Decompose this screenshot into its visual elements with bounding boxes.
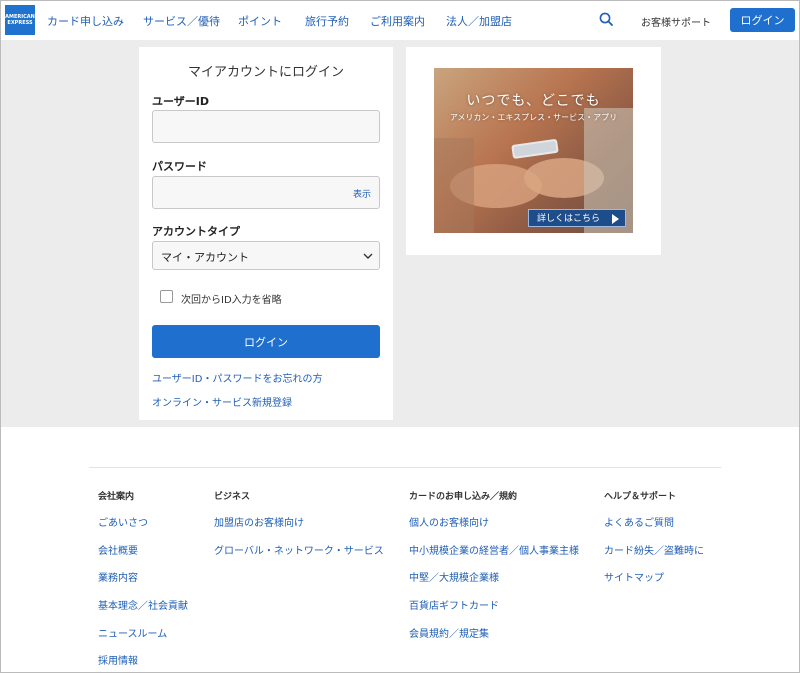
userid-label: ユーザーID (152, 95, 210, 108)
remember-id-checkbox[interactable] (160, 290, 173, 303)
footer-heading-business: ビジネス (214, 492, 251, 502)
search-icon[interactable] (599, 12, 613, 26)
footer-link-faq[interactable]: よくあるご質問 (604, 514, 674, 529)
footer-link-lost-stolen[interactable]: カード紛失／盗難時に (604, 542, 704, 557)
nav-points[interactable]: ポイント (238, 13, 282, 29)
footer-heading-apply: カードのお申し込み／規約 (409, 492, 518, 502)
footer-link-terms[interactable]: 会員規約／規定集 (409, 625, 489, 640)
footer-link-gift-card[interactable]: 百貨店ギフトカード (409, 597, 499, 612)
page: AMERICAN EXPRESS カード申し込み サービス／優待 ポイント 旅行… (0, 0, 800, 673)
play-arrow-icon (612, 214, 619, 224)
password-label: パスワード (152, 160, 207, 173)
footer-link-small-business[interactable]: 中小規模企業の経営者／個人事業主様 (409, 542, 579, 557)
logo-line-2: EXPRESS (7, 20, 33, 26)
footer-link-newsroom[interactable]: ニュースルーム (98, 625, 167, 640)
nav-usage-guide[interactable]: ご利用案内 (370, 13, 425, 29)
top-header: AMERICAN EXPRESS カード申し込み サービス／優待 ポイント 旅行… (1, 1, 799, 40)
remember-id-label[interactable]: 次回からID入力を省略 (181, 291, 282, 306)
footer-link-merchants[interactable]: 加盟店のお客様向け (214, 514, 304, 529)
show-password-toggle[interactable]: 表示 (353, 187, 371, 200)
header-login-button[interactable]: ログイン (730, 8, 795, 32)
footer-link-global-network[interactable]: グローバル・ネットワーク・サービス (214, 542, 384, 557)
promo-subtitle: アメリカン・エキスプレス・サービス・アプリ (449, 113, 618, 122)
account-type-value: マイ・アカウント (161, 251, 249, 264)
footer-link-personal[interactable]: 個人のお客様向け (409, 514, 489, 529)
content-background (1, 40, 799, 427)
nav-corporate[interactable]: 法人／加盟店 (446, 13, 512, 29)
footer-link-careers[interactable]: 採用情報 (98, 652, 138, 667)
account-type-label: アカウントタイプ (152, 225, 240, 238)
footer-heading-company: 会社案内 (98, 492, 135, 502)
userid-input[interactable] (152, 110, 380, 143)
promo-panel: いつでも、どこでも アメリカン・エキスプレス・サービス・アプリ 詳しくはこちら (406, 47, 661, 255)
footer-link-greeting[interactable]: ごあいさつ (98, 514, 148, 529)
forgot-credentials-link[interactable]: ユーザーID・パスワードをお忘れの方 (152, 370, 322, 385)
login-title: マイアカウントにログイン (187, 65, 344, 80)
register-online-service-link[interactable]: オンライン・サービス新規登録 (152, 394, 292, 409)
nav-travel[interactable]: 旅行予約 (305, 13, 349, 29)
nav-services[interactable]: サービス／優待 (143, 13, 220, 29)
account-type-select[interactable]: マイ・アカウント (152, 241, 380, 270)
nav-card-apply[interactable]: カード申し込み (47, 13, 124, 29)
footer-heading-help: ヘルプ＆サポート (604, 492, 677, 502)
login-submit-button[interactable]: ログイン (152, 325, 380, 358)
footer-divider (89, 467, 721, 468)
footer-link-business[interactable]: 業務内容 (98, 569, 138, 584)
chevron-down-icon (363, 253, 373, 259)
promo-details-button[interactable]: 詳しくはこちら (528, 209, 626, 227)
customer-support-link[interactable]: お客様サポート (641, 14, 711, 29)
footer-link-large-business[interactable]: 中堅／大規模企業様 (409, 569, 499, 584)
promo-details-label: 詳しくはこちら (537, 214, 601, 224)
footer-link-sitemap[interactable]: サイトマップ (604, 569, 664, 584)
password-input[interactable] (152, 176, 380, 209)
footer-link-philosophy[interactable]: 基本理念／社会貢献 (98, 597, 188, 612)
amex-logo[interactable]: AMERICAN EXPRESS (5, 5, 35, 35)
promo-headline: いつでも、どこでも (466, 93, 601, 109)
login-card: マイアカウントにログイン ユーザーID パスワード 表示 アカウントタイプ マイ… (139, 47, 393, 420)
footer-link-company-profile[interactable]: 会社概要 (98, 542, 138, 557)
app-promo-banner[interactable]: いつでも、どこでも アメリカン・エキスプレス・サービス・アプリ 詳しくはこちら (434, 68, 633, 233)
